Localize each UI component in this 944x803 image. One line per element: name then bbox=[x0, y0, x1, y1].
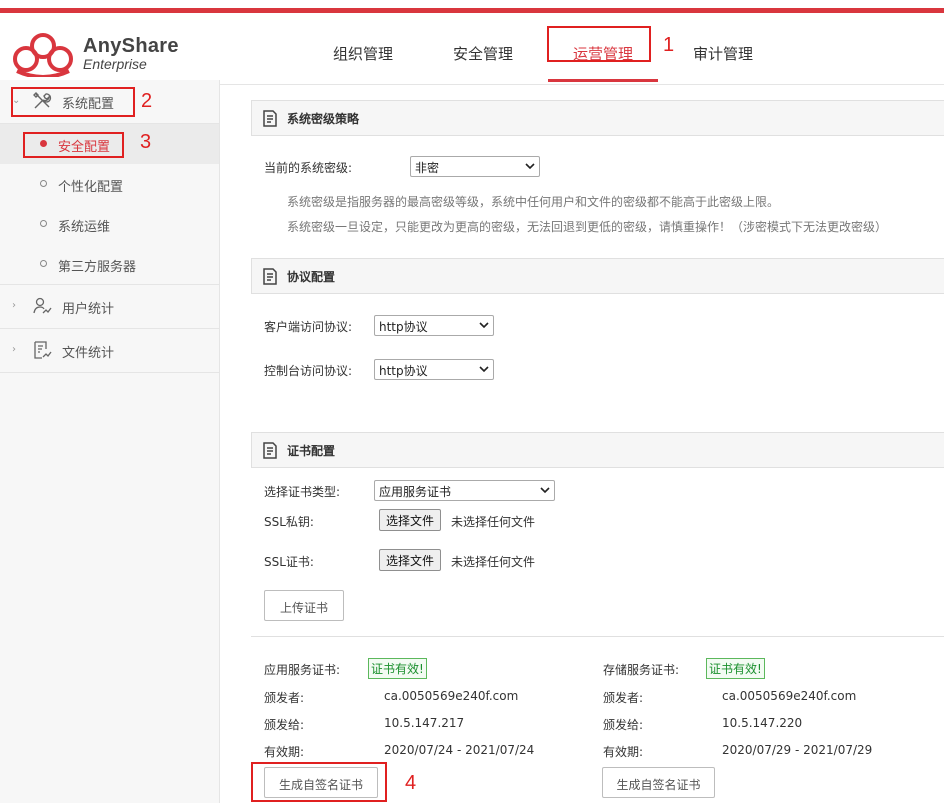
sidebar-item-label: 个性化配置 bbox=[58, 180, 124, 195]
ssl-key-choose-file-button[interactable]: 选择文件 bbox=[379, 509, 442, 531]
security-level-select[interactable]: 非密 bbox=[410, 156, 540, 177]
sidebar-group-label: 文件统计 bbox=[62, 346, 115, 361]
ssl-cert-file-status: 未选择任何文件 bbox=[451, 555, 536, 569]
tab-organization[interactable]: 组织管理 bbox=[333, 43, 393, 64]
sidebar-group-user-stats[interactable]: › 用户统计 bbox=[0, 285, 219, 329]
sidebar-item-system-ops[interactable]: 系统运维 bbox=[0, 204, 219, 244]
certificate-panel-header: 证书配置 bbox=[251, 432, 944, 468]
ssl-key-file-status: 未选择任何文件 bbox=[451, 515, 536, 529]
annotation-number-4: 4 bbox=[405, 772, 417, 794]
security-level-value: 非密 bbox=[415, 161, 440, 175]
client-protocol-label: 客户端访问协议: bbox=[264, 320, 353, 334]
chevron-down-icon bbox=[479, 322, 489, 329]
storage-cert-issued-to-label: 颁发给: bbox=[603, 718, 644, 732]
brand: AnyShare Enterprise bbox=[83, 35, 179, 72]
brand-subtitle: Enterprise bbox=[83, 56, 147, 72]
app-cert-status-badge: 证书有效! bbox=[368, 658, 427, 679]
storage-cert-issuer-label: 颁发者: bbox=[603, 691, 644, 705]
storage-cert-issued-to: 10.5.147.220 bbox=[722, 716, 803, 730]
storage-cert-validity-label: 有效期: bbox=[603, 745, 644, 759]
protocol-panel-header: 协议配置 bbox=[251, 258, 944, 294]
divider bbox=[251, 636, 944, 637]
ssl-cert-choose-file-button[interactable]: 选择文件 bbox=[379, 549, 442, 571]
storage-cert-status-badge: 证书有效! bbox=[706, 658, 765, 679]
annotation-box-3 bbox=[23, 132, 124, 158]
active-tab-underline bbox=[548, 79, 658, 82]
storage-cert-validity: 2020/07/29 - 2021/07/29 bbox=[722, 743, 873, 757]
annotation-box-2 bbox=[11, 87, 135, 117]
app-cert-validity: 2020/07/24 - 2021/07/24 bbox=[384, 743, 535, 757]
anyshare-logo-icon bbox=[13, 33, 73, 77]
console-protocol-value: http协议 bbox=[379, 364, 428, 378]
app-cert-issuer: ca.0050569e240f.com bbox=[384, 689, 519, 703]
annotation-box-4 bbox=[251, 762, 387, 802]
panel-title: 协议配置 bbox=[287, 270, 336, 284]
sidebar-group-file-stats[interactable]: › 文件统计 bbox=[0, 329, 219, 373]
sidebar-item-personalization[interactable]: 个性化配置 bbox=[0, 164, 219, 204]
sidebar: ⌄ 系统配置 安全配置 个性化配置 系统运维 第三方服务器 › 用户统计 › 文… bbox=[0, 80, 220, 803]
client-protocol-select[interactable]: http协议 bbox=[374, 315, 494, 336]
security-level-label: 当前的系统密级: bbox=[264, 161, 353, 175]
app-cert-label: 应用服务证书: bbox=[264, 663, 341, 677]
chevron-down-icon bbox=[540, 487, 550, 494]
annotation-box-1 bbox=[547, 26, 651, 62]
panel-title: 证书配置 bbox=[287, 444, 336, 458]
document-icon bbox=[263, 268, 277, 285]
bullet-icon bbox=[40, 260, 47, 267]
app-cert-validity-label: 有效期: bbox=[264, 745, 305, 759]
top-bar: AnyShare Enterprise 组织管理 安全管理 运营管理 审计管理 bbox=[0, 0, 944, 85]
tab-security[interactable]: 安全管理 bbox=[453, 43, 513, 64]
bullet-icon bbox=[40, 180, 47, 187]
sidebar-item-label: 系统运维 bbox=[58, 220, 111, 235]
panel-title: 系统密级策略 bbox=[287, 112, 360, 126]
client-protocol-value: http协议 bbox=[379, 320, 428, 334]
chevron-right-icon: › bbox=[12, 300, 16, 311]
chevron-right-icon: › bbox=[12, 344, 16, 355]
storage-cert-generate-self-signed-button[interactable]: 生成自签名证书 bbox=[602, 767, 715, 798]
console-protocol-select[interactable]: http协议 bbox=[374, 359, 494, 380]
security-level-panel-header: 系统密级策略 bbox=[251, 100, 944, 136]
app-cert-issued-to: 10.5.147.217 bbox=[384, 716, 465, 730]
brand-name: AnyShare bbox=[83, 35, 179, 57]
annotation-number-1: 1 bbox=[663, 34, 675, 56]
bullet-icon bbox=[40, 220, 47, 227]
annotation-number-2: 2 bbox=[141, 90, 153, 112]
chevron-down-icon bbox=[525, 163, 535, 170]
chevron-down-icon bbox=[479, 366, 489, 373]
console-protocol-label: 控制台访问协议: bbox=[264, 364, 353, 378]
cert-type-select[interactable]: 应用服务证书 bbox=[374, 480, 555, 501]
security-level-description-2: 系统密级一旦设定，只能更改为更高的密级，无法回退到更低的密级，请慎重操作！（涉密… bbox=[287, 220, 888, 234]
document-icon bbox=[263, 442, 277, 459]
security-level-description-1: 系统密级是指服务器的最高密级等级，系统中任何用户和文件的密级都不能高于此密级上限… bbox=[287, 195, 780, 209]
document-icon bbox=[263, 110, 277, 127]
annotation-number-3: 3 bbox=[140, 131, 152, 153]
ssl-cert-label: SSL证书: bbox=[264, 555, 314, 569]
storage-cert-issuer: ca.0050569e240f.com bbox=[722, 689, 857, 703]
storage-cert-label: 存储服务证书: bbox=[603, 663, 680, 677]
cert-type-value: 应用服务证书 bbox=[379, 485, 452, 499]
sidebar-item-third-party-server[interactable]: 第三方服务器 bbox=[0, 244, 219, 285]
app-cert-issuer-label: 颁发者: bbox=[264, 691, 305, 705]
app-cert-issued-to-label: 颁发给: bbox=[264, 718, 305, 732]
cert-type-label: 选择证书类型: bbox=[264, 485, 341, 499]
file-chart-icon bbox=[34, 341, 52, 359]
tab-audit[interactable]: 审计管理 bbox=[693, 43, 753, 64]
user-chart-icon bbox=[33, 297, 52, 314]
sidebar-item-label: 第三方服务器 bbox=[58, 260, 137, 275]
upload-certificate-button[interactable]: 上传证书 bbox=[264, 590, 344, 621]
sidebar-group-label: 用户统计 bbox=[62, 302, 115, 317]
ssl-key-label: SSL私钥: bbox=[264, 515, 314, 529]
